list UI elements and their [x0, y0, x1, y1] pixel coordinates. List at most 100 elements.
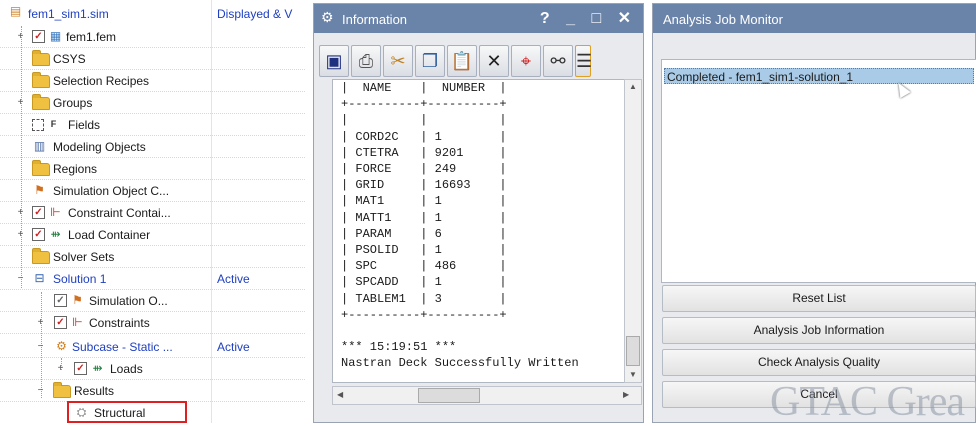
- job-monitor-titlebar[interactable]: Analysis Job Monitor: [653, 4, 976, 33]
- collapse-icon[interactable]: −: [36, 342, 45, 352]
- window-title: Analysis Job Monitor: [663, 12, 783, 27]
- visibility-checkbox[interactable]: ✓: [54, 294, 67, 307]
- fields-icon: [32, 119, 44, 131]
- expand-icon[interactable]: +: [36, 318, 45, 328]
- tree-item-label: CSYS: [53, 52, 86, 66]
- window-title: Information: [342, 12, 408, 27]
- scroll-down-icon[interactable]: ▼: [629, 370, 637, 379]
- tree-item-modeling-objects[interactable]: ▥ Modeling Objects: [0, 136, 305, 158]
- save-icon[interactable]: ▣: [319, 45, 349, 77]
- horizontal-scrollbar[interactable]: ◀ ▶: [332, 386, 642, 405]
- check-analysis-quality-button[interactable]: Check Analysis Quality: [662, 349, 976, 376]
- tree-item-label: Constraints: [89, 316, 150, 330]
- simulation-object-icon: ⚑: [72, 293, 83, 307]
- more-icon[interactable]: ☰: [575, 45, 592, 77]
- expand-icon[interactable]: +: [16, 208, 25, 218]
- find-icon[interactable]: ⌖: [511, 45, 541, 77]
- visibility-checkbox[interactable]: ✓: [32, 30, 45, 43]
- navigator-header-row[interactable]: ▤ fem1_sim1.sim Displayed & V: [0, 0, 305, 26]
- folder-icon: [32, 72, 50, 88]
- tree-item-groups[interactable]: + Groups: [0, 92, 305, 114]
- tree-item-label: Subcase - Static ...: [72, 340, 173, 354]
- tree-item-label: Constraint Contai...: [68, 206, 171, 220]
- print-icon[interactable]: ⎙: [351, 45, 381, 77]
- load-icon: ⇻: [50, 227, 61, 241]
- tree-item-label: Load Container: [68, 228, 151, 242]
- tree-item-label: Results: [74, 384, 115, 398]
- information-window: ⚙ Information ? _ □ ✕ ▣ ⎙ ✂ ❐ 📋 ✕ ⌖ ⚯ ☰ …: [313, 3, 644, 423]
- tree-item-solver-sets[interactable]: Solver Sets: [0, 246, 305, 268]
- information-titlebar[interactable]: ⚙ Information ? _ □ ✕: [314, 4, 643, 33]
- simulation-navigator: ▤ fem1_sim1.sim Displayed & V + ✓ ▦ fem1…: [0, 0, 305, 423]
- folder-icon: [32, 248, 50, 264]
- tree-item-simulation-objects[interactable]: ✓ ⚑ Simulation O...: [0, 290, 305, 312]
- expand-icon[interactable]: +: [16, 230, 25, 240]
- constraint-icon: ⊩: [50, 205, 61, 219]
- folder-icon: [32, 50, 50, 66]
- scroll-left-icon[interactable]: ◀: [337, 390, 343, 399]
- tree-item-selection-recipes[interactable]: Selection Recipes: [0, 70, 305, 92]
- vertical-scrollbar[interactable]: ▲ ▼: [624, 79, 642, 383]
- tree-item-label: Simulation Object C...: [53, 184, 170, 198]
- tree-item-fields[interactable]: F Fields: [0, 114, 305, 136]
- tree-item-label: Fields: [68, 118, 101, 132]
- folder-icon: [53, 382, 71, 398]
- delete-icon[interactable]: ✕: [479, 45, 509, 77]
- watermark: GTAC Grea: [770, 379, 965, 425]
- tree-item-fem[interactable]: + ✓ ▦ fem1.fem: [0, 26, 305, 48]
- tree-item-loads[interactable]: + ✓ ⇻ Loads: [0, 358, 305, 380]
- copy-icon[interactable]: ❐: [415, 45, 445, 77]
- tree-item-label: Loads: [110, 362, 143, 376]
- visibility-checkbox[interactable]: ✓: [74, 362, 87, 375]
- tree-item-label: Groups: [53, 96, 93, 110]
- column2-header[interactable]: Displayed & V: [217, 7, 292, 21]
- visibility-checkbox[interactable]: ✓: [54, 316, 67, 329]
- tree-item-label: fem1.fem: [66, 30, 117, 44]
- visibility-checkbox[interactable]: ✓: [32, 228, 45, 241]
- tree-item-subcase-static[interactable]: − ⚙ Subcase - Static ... Active: [0, 336, 305, 358]
- tree-item-solution-1[interactable]: − ⊟ Solution 1 Active: [0, 268, 305, 290]
- tree-item-results[interactable]: − Results: [0, 380, 305, 402]
- simulation-object-icon: ⚑: [34, 183, 45, 197]
- highlight-box: [67, 401, 187, 423]
- tree-item-regions[interactable]: Regions: [0, 158, 305, 180]
- tree-item-label: Modeling Objects: [53, 140, 146, 154]
- subcase-icon: ⚙: [56, 339, 67, 353]
- information-text-area[interactable]: | NAME | NUMBER | +----------+----------…: [332, 79, 626, 383]
- scroll-up-icon[interactable]: ▲: [629, 82, 637, 91]
- list-item[interactable]: Completed - fem1_sim1-solution_1: [664, 68, 974, 84]
- link-icon[interactable]: ⚯: [543, 45, 573, 77]
- collapse-icon[interactable]: −: [16, 274, 25, 284]
- scroll-right-icon[interactable]: ▶: [623, 390, 629, 399]
- tree-item-load-container[interactable]: + ✓ ⇻ Load Container: [0, 224, 305, 246]
- root-label: fem1_sim1.sim: [28, 7, 109, 21]
- modeling-objects-icon: ▥: [33, 139, 46, 153]
- folder-icon: [32, 160, 50, 176]
- expand-icon[interactable]: +: [16, 98, 25, 108]
- constraint-icon: ⊩: [72, 315, 83, 329]
- reset-list-button[interactable]: Reset List: [662, 285, 976, 312]
- status-active: Active: [217, 272, 250, 286]
- window-controls[interactable]: ? _ □ ✕: [540, 8, 637, 28]
- job-list[interactable]: Completed - fem1_sim1-solution_1: [661, 59, 976, 283]
- visibility-checkbox[interactable]: ✓: [32, 206, 45, 219]
- tree-item-constraint-container[interactable]: + ✓ ⊩ Constraint Contai...: [0, 202, 305, 224]
- tree-item-label: Selection Recipes: [53, 74, 150, 88]
- information-text: | NAME | NUMBER | +----------+----------…: [341, 81, 579, 371]
- scroll-thumb[interactable]: [418, 388, 480, 403]
- tree-item-label: Solver Sets: [53, 250, 115, 264]
- tree-item-simulation-object-container[interactable]: ⚑ Simulation Object C...: [0, 180, 305, 202]
- tree-item-csys[interactable]: CSYS: [0, 48, 305, 70]
- collapse-icon[interactable]: −: [36, 386, 45, 396]
- paste-icon[interactable]: 📋: [447, 45, 477, 77]
- analysis-job-information-button[interactable]: Analysis Job Information: [662, 317, 976, 344]
- tree-item-label: Solution 1: [53, 272, 107, 286]
- tree-item-label: Regions: [53, 162, 98, 176]
- tree-item-constraints[interactable]: + ✓ ⊩ Constraints: [0, 312, 305, 334]
- expand-icon[interactable]: +: [16, 32, 25, 42]
- fem-icon: ▦: [49, 29, 62, 43]
- expand-icon[interactable]: +: [56, 364, 65, 374]
- cut-icon[interactable]: ✂: [383, 45, 413, 77]
- scroll-thumb[interactable]: [626, 336, 640, 366]
- status-active: Active: [217, 340, 250, 354]
